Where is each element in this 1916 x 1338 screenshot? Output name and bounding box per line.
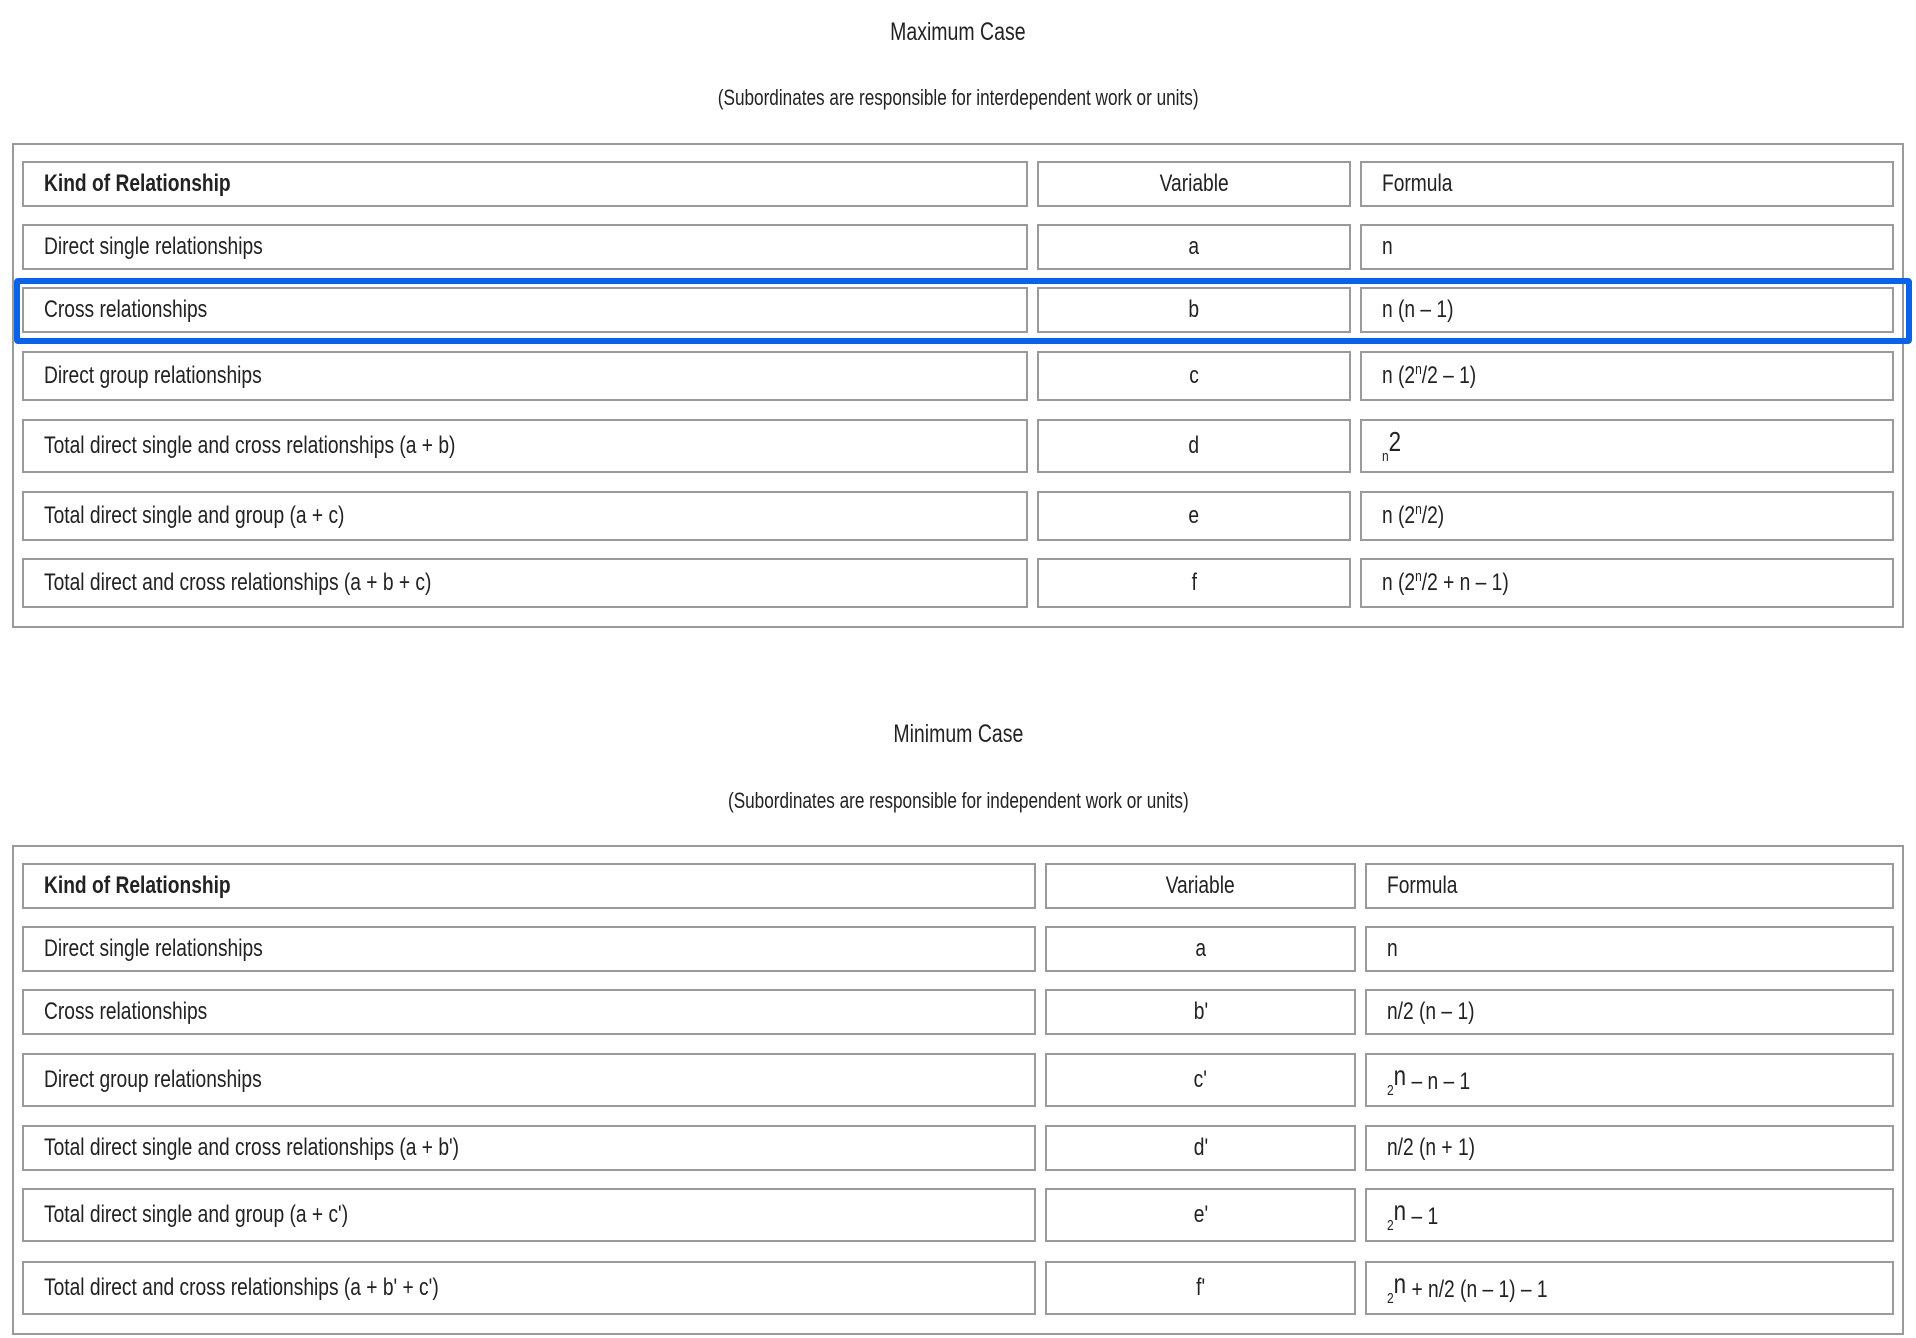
max-header-variable: Variable <box>1037 161 1351 207</box>
min-row-variable: d' <box>1045 1125 1356 1171</box>
min-row-variable: a <box>1045 926 1356 972</box>
row-highlight-box <box>14 278 1912 344</box>
min-row-variable: f' <box>1045 1261 1356 1315</box>
min-row-formula: 2n – 1 <box>1365 1188 1894 1242</box>
max-row-variable: d <box>1037 419 1351 473</box>
page: Maximum Case (Subordinates are responsib… <box>0 0 1916 1338</box>
min-header-formula: Formula <box>1365 863 1894 909</box>
max-header-kind: Kind of Relationship <box>22 161 1028 207</box>
min-row-formula: 2n + n/2 (n – 1) – 1 <box>1365 1261 1894 1315</box>
min-row-kind: Direct group relationships <box>22 1053 1036 1107</box>
max-header-formula: Formula <box>1360 161 1894 207</box>
max-row-kind: Direct single relationships <box>22 224 1028 270</box>
max-row-kind: Total direct single and group (a + c) <box>22 491 1028 541</box>
max-row-formula: n <box>1360 224 1894 270</box>
min-row-formula: 2n – n – 1 <box>1365 1053 1894 1107</box>
min-row-kind: Total direct and cross relationships (a … <box>22 1261 1036 1315</box>
min-case-subtitle: (Subordinates are responsible for indepe… <box>727 788 1189 813</box>
min-row-kind: Total direct single and cross relationsh… <box>22 1125 1036 1171</box>
max-row-variable: a <box>1037 224 1351 270</box>
max-row-formula: n (2n/2 – 1) <box>1360 351 1894 401</box>
max-row-formula: n2 <box>1360 419 1894 473</box>
max-row-kind: Total direct single and cross relationsh… <box>22 419 1028 473</box>
min-header-kind: Kind of Relationship <box>22 863 1036 909</box>
min-row-variable: c' <box>1045 1053 1356 1107</box>
max-row-formula: n (2n/2 + n – 1) <box>1360 558 1894 608</box>
max-case-title: Maximum Case <box>890 18 1026 46</box>
min-row-variable: e' <box>1045 1188 1356 1242</box>
max-case-subtitle: (Subordinates are responsible for interd… <box>717 85 1199 110</box>
min-case-title: Minimum Case <box>892 720 1024 748</box>
max-row-kind: Direct group relationships <box>22 351 1028 401</box>
min-row-kind: Direct single relationships <box>22 926 1036 972</box>
max-row-variable: c <box>1037 351 1351 401</box>
min-row-formula: n <box>1365 926 1894 972</box>
min-header-variable: Variable <box>1045 863 1356 909</box>
max-row-kind: Total direct and cross relationships (a … <box>22 558 1028 608</box>
max-row-variable: e <box>1037 491 1351 541</box>
min-row-formula: n/2 (n – 1) <box>1365 989 1894 1035</box>
min-row-formula: n/2 (n + 1) <box>1365 1125 1894 1171</box>
min-row-kind: Cross relationships <box>22 989 1036 1035</box>
min-row-variable: b' <box>1045 989 1356 1035</box>
min-row-kind: Total direct single and group (a + c') <box>22 1188 1036 1242</box>
max-row-formula: n (2n/2) <box>1360 491 1894 541</box>
max-row-variable: f <box>1037 558 1351 608</box>
